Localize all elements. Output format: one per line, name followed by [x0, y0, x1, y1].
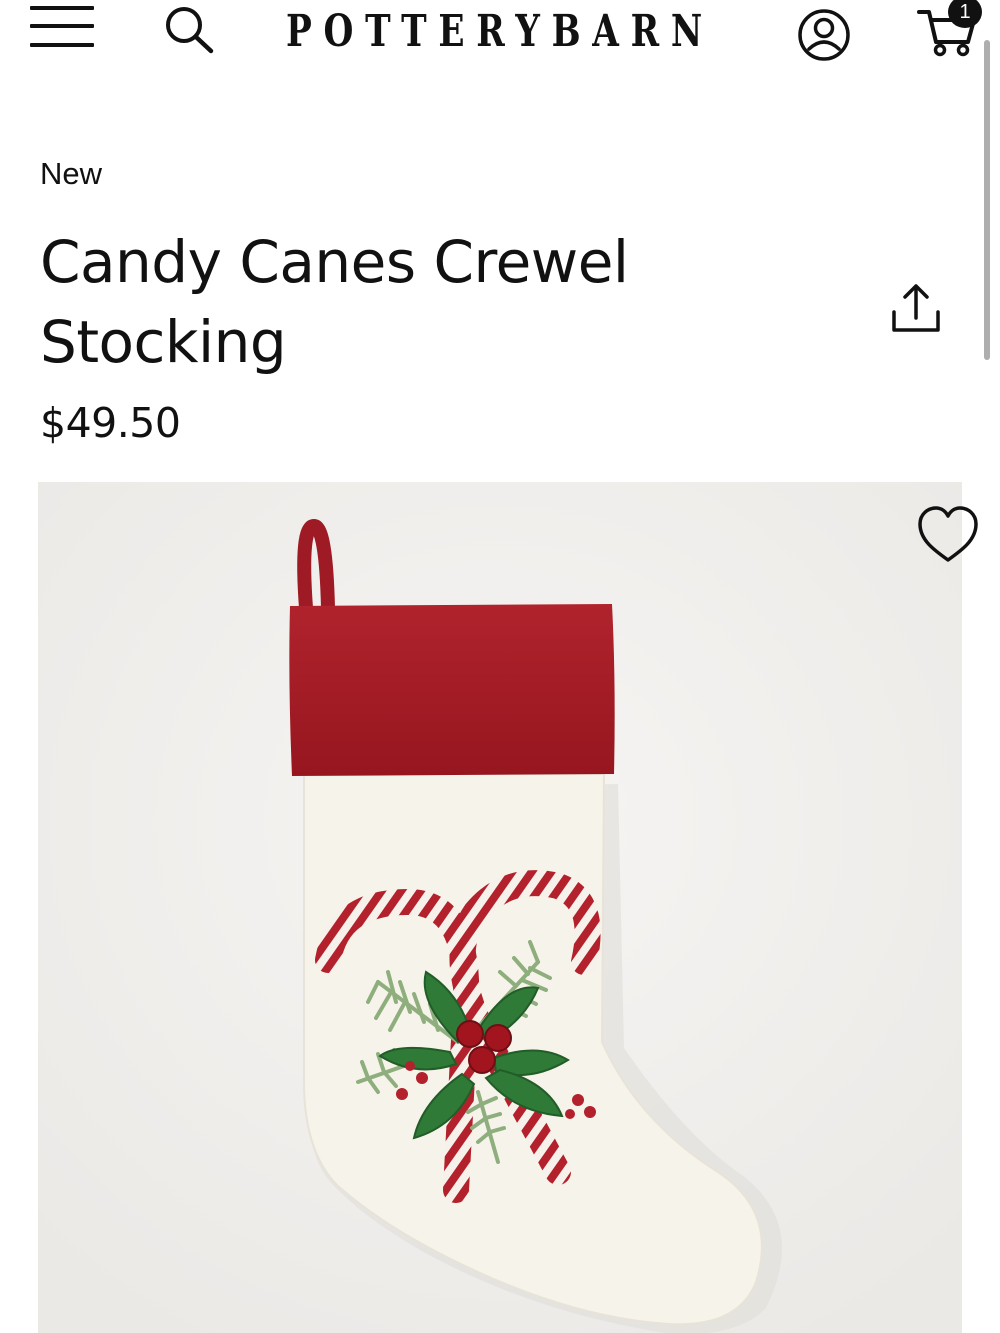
share-icon[interactable]	[886, 282, 946, 338]
user-account-icon[interactable]	[795, 6, 853, 64]
search-icon[interactable]	[160, 2, 218, 56]
product-title: Candy Canes Crewel Stocking	[40, 228, 629, 376]
top-navigation-bar: POTTERYBARN 1	[0, 0, 1000, 66]
product-price: $49.50	[40, 399, 181, 447]
product-image[interactable]	[38, 482, 962, 1333]
scrollbar-thumb[interactable]	[984, 40, 990, 360]
hamburger-menu-icon[interactable]	[30, 4, 96, 48]
new-badge: New	[40, 156, 103, 191]
heart-icon[interactable]	[914, 504, 982, 566]
stocking-illustration	[38, 482, 962, 1333]
product-page: POTTERYBARN 1 New Candy Canes Crewel Sto…	[0, 0, 1000, 1333]
brand-logo[interactable]: POTTERYBARN	[286, 4, 702, 60]
